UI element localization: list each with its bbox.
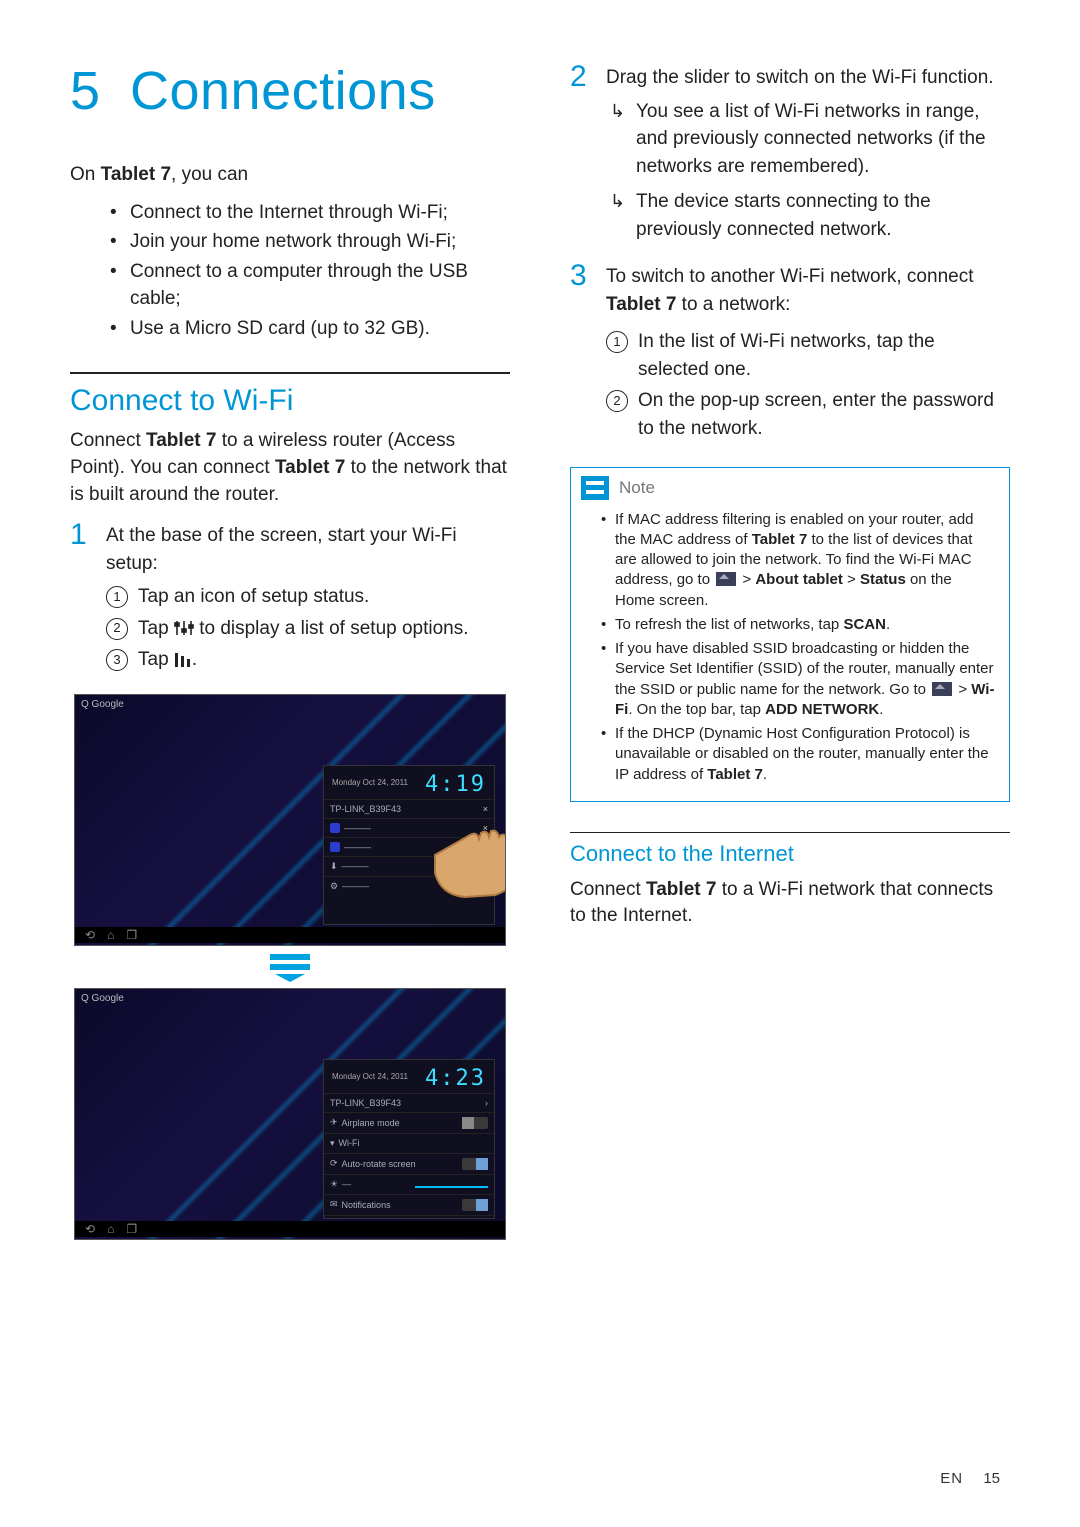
page: 5Connections On Tablet 7, you can Connec… [0,0,1080,1527]
sub-steps: 1 Tap an icon of setup status. 2 Tap to … [106,583,510,674]
note-item: If the DHCP (Dynamic Host Configuration … [601,724,995,785]
circled-number-1: 1 [606,331,628,353]
quick-settings-panel: Monday Oct 24, 2011 4:23 TP-LINK_B39F43›… [323,1059,495,1219]
intro-bullets: Connect to the Internet through Wi-Fi; J… [70,199,510,343]
step-1: 1 At the base of the screen, start your … [70,518,510,678]
step-num: 3 [570,259,606,292]
note-icon [581,476,609,500]
sub-step: 2 On the pop-up screen, enter the passwo… [606,387,1010,442]
tablet-screenshot-bottom: Q Google Monday Oct 24, 2011 4:23 TP-LIN… [74,988,506,1240]
step-3: 3 To switch to another Wi-Fi network, co… [570,259,1010,446]
note-box: Note If MAC address filtering is enabled… [570,467,1010,802]
shot-search: Q Google [81,699,124,710]
note-title: Note [619,478,655,498]
notification-panel: Monday Oct 24, 2011 4:19 TP-LINK_B39F43×… [323,765,495,925]
sub-step: 1 In the list of Wi-Fi networks, tap the… [606,328,1010,383]
step-num: 2 [570,60,606,93]
left-column: 5Connections On Tablet 7, you can Connec… [70,60,510,1477]
panel-date: Monday Oct 24, 2011 [332,1072,408,1081]
result-item: You see a list of Wi-Fi networks in rang… [606,98,1010,181]
step-body: At the base of the screen, start your Wi… [106,518,510,678]
result-list: You see a list of Wi-Fi networks in rang… [606,98,1010,244]
section-connect-wifi: Connect to Wi-Fi [70,372,510,418]
down-arrow-icon [260,952,320,982]
circled-number-3: 3 [106,649,128,671]
equalizer-icon [174,652,192,668]
step-body: To switch to another Wi-Fi network, conn… [606,259,1010,446]
intro-bullet: Join your home network through Wi-Fi; [110,228,510,256]
page-footer: EN 15 [940,1470,1000,1487]
sub-step: 1 Tap an icon of setup status. [106,583,510,611]
chapter-title: Connections [130,61,436,121]
sliders-icon [174,619,194,637]
circled-number-1: 1 [106,586,128,608]
footer-lang: EN [940,1470,963,1487]
note-list: If MAC address filtering is enabled on y… [571,506,1009,801]
internet-text: Connect Tablet 7 to a Wi-Fi network that… [570,877,1010,930]
note-item: To refresh the list of networks, tap SCA… [601,615,995,635]
settings-thumb-icon [716,572,736,586]
device-name: Tablet 7 [101,164,171,185]
panel-date: Monday Oct 24, 2011 [332,778,408,787]
step-2: 2 Drag the slider to switch on the Wi-Fi… [570,60,1010,253]
step-body: Drag the slider to switch on the Wi-Fi f… [606,60,1010,253]
settings-thumb-icon [932,682,952,696]
sub-step: 2 Tap to display a list of setup options… [106,615,510,643]
step-num: 1 [70,518,106,551]
intro-bullet: Use a Micro SD card (up to 32 GB). [110,315,510,343]
wifi-intro: Connect Tablet 7 to a wireless router (A… [70,428,510,508]
shot-search: Q Google [81,993,124,1004]
intro-bullet: Connect to the Internet through Wi-Fi; [110,199,510,227]
result-item: The device starts connecting to the prev… [606,188,1010,243]
note-header: Note [571,468,1009,506]
note-item: If you have disabled SSID broadcasting o… [601,639,995,720]
footer-page: 15 [983,1470,1000,1487]
intro-bullet: Connect to a computer through the USB ca… [110,258,510,313]
illustration: Q Google Monday Oct 24, 2011 4:19 TP-LIN… [70,694,510,1240]
intro-line: On Tablet 7, you can [70,162,510,189]
circled-number-2: 2 [106,618,128,640]
chapter-number: 5 [70,60,130,122]
tablet-screenshot-top: Q Google Monday Oct 24, 2011 4:19 TP-LIN… [74,694,506,946]
subsection-connect-internet: Connect to the Internet [570,832,1010,867]
note-item: If MAC address filtering is enabled on y… [601,510,995,611]
right-column: 2 Drag the slider to switch on the Wi-Fi… [570,60,1010,1477]
close-icon: × [483,804,488,814]
sub-steps: 1 In the list of Wi-Fi networks, tap the… [606,328,1010,442]
chapter-heading: 5Connections [70,60,510,122]
circled-number-2: 2 [606,390,628,412]
sub-step: 3 Tap . [106,646,510,674]
